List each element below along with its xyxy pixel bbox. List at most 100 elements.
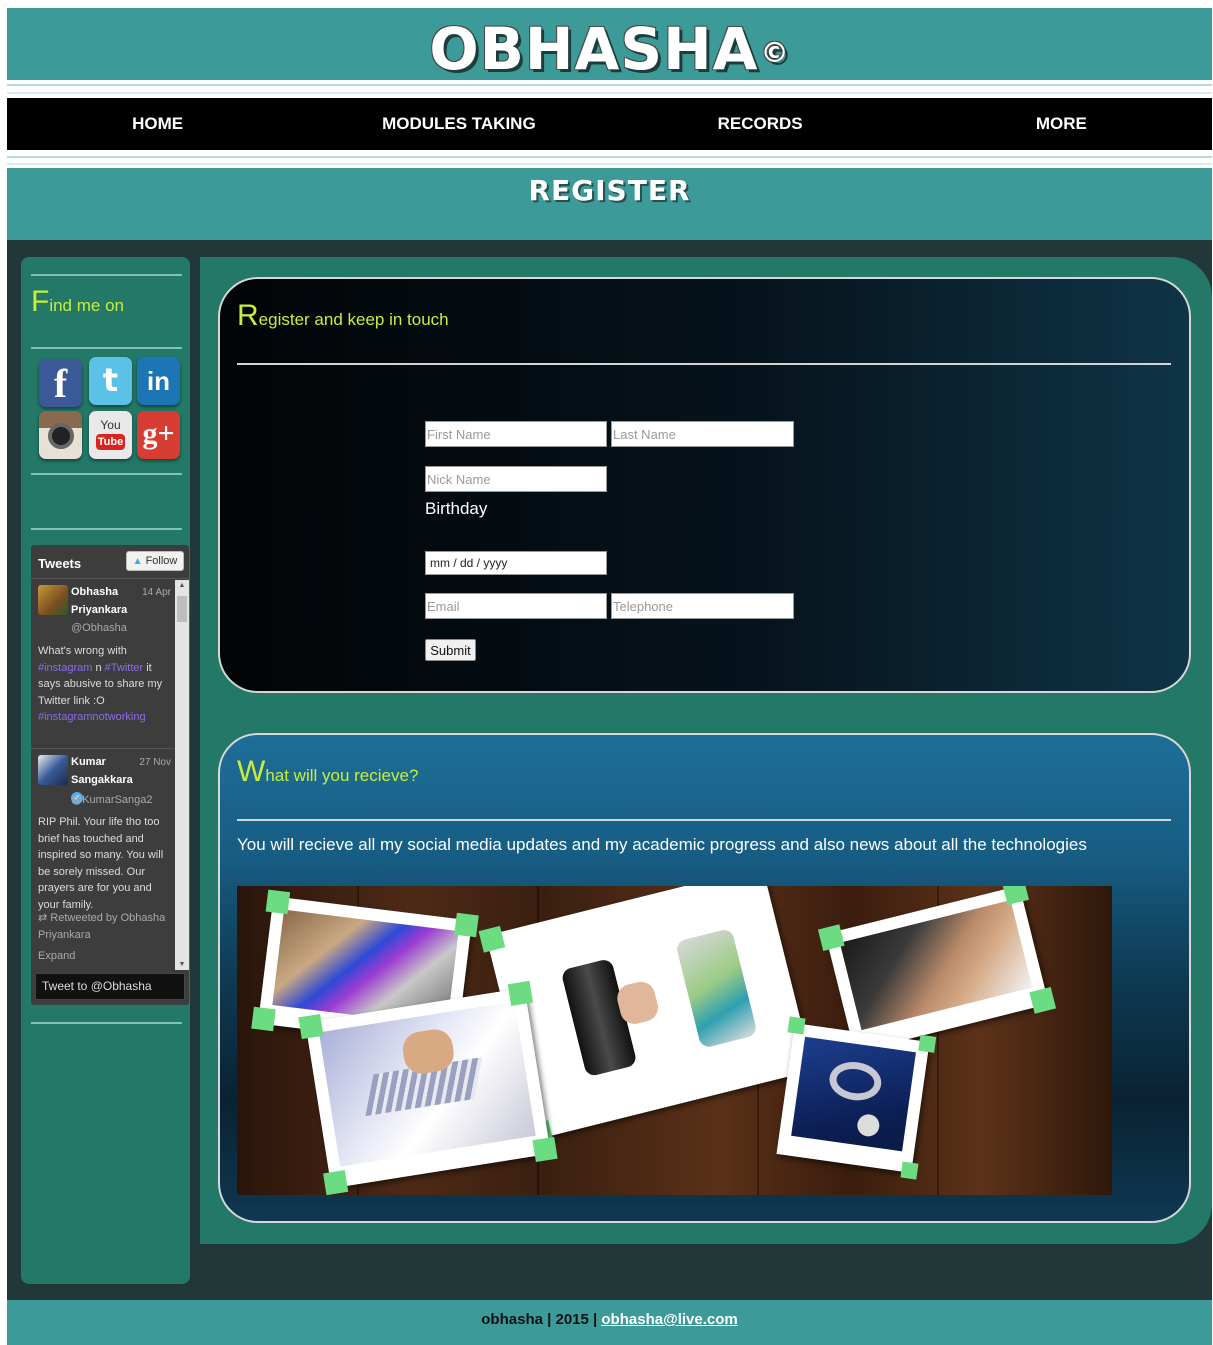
photo-corner	[1002, 886, 1029, 906]
twitter-follow-button[interactable]: ▲ Follow	[126, 551, 184, 571]
sidebar-divider	[31, 274, 182, 276]
photo-corner	[532, 1136, 558, 1163]
retweet-icon: ⇄	[38, 912, 51, 924]
photo-corner	[787, 1016, 806, 1035]
tweet-avatar[interactable]	[38, 585, 68, 615]
page: OBHASHA© HOME MODULES TAKING RECORDS MOR…	[7, 8, 1212, 1345]
info-panel: What will you recieve? You will recieve …	[218, 733, 1191, 1223]
footer-text: obhasha | 2015 |	[481, 1311, 602, 1328]
ring-shape	[826, 1058, 884, 1104]
nav-divider	[7, 163, 1212, 165]
nick-name-field[interactable]	[425, 466, 607, 492]
footer-email-link[interactable]: obhasha@live.com	[601, 1311, 737, 1328]
find-me-title: Find me on	[31, 285, 124, 318]
hashtag-link[interactable]: #instagram	[38, 662, 92, 674]
tweet-handle[interactable]: @KumarSanga2	[71, 794, 153, 806]
photo-corner	[918, 1034, 937, 1053]
tweet-date[interactable]: 14 Apr	[142, 587, 171, 598]
header-divider	[7, 84, 1212, 86]
sidebar-divider	[31, 528, 182, 530]
twitter-widget: Tweets ▲ Follow Obhasha Priyankara 14 Ap…	[31, 545, 189, 1005]
main-nav: HOME MODULES TAKING RECORDS MORE	[7, 98, 1212, 150]
nav-divider	[7, 156, 1212, 158]
twitter-timeline[interactable]: Obhasha Priyankara 14 Apr @Obhasha What'…	[31, 580, 175, 970]
last-name-field[interactable]	[611, 421, 794, 447]
sidebar-divider	[31, 473, 182, 475]
copyright-mark: ©	[760, 36, 790, 69]
facebook-icon[interactable]: f	[39, 359, 82, 407]
tweet-handle[interactable]: @Obhasha	[71, 622, 127, 634]
instagram-icon[interactable]	[39, 411, 82, 459]
scroll-down-icon[interactable]: ▼	[175, 961, 189, 968]
linkedin-icon[interactable]: in	[137, 357, 180, 405]
technology-collage-image	[237, 886, 1112, 1195]
twitter-bird-icon: ▲	[132, 556, 143, 567]
tweet-text: What's wrong with #instagram n #Twitter …	[38, 645, 163, 723]
register-panel: Register and keep in touch Birthday mm /…	[218, 277, 1191, 693]
photo-smartwatch	[817, 886, 1057, 1053]
sidebar-divider	[31, 347, 182, 349]
photo-corner	[323, 1170, 349, 1195]
main-area: Find me on f t in You Tube g+ Tweets ▲ F…	[7, 240, 1212, 1300]
youtube-you: You	[100, 418, 121, 432]
photo-image	[318, 1001, 536, 1167]
register-divider	[237, 363, 1171, 365]
scrollbar-thumb[interactable]	[177, 596, 187, 622]
photo-corner	[298, 1013, 324, 1040]
info-title: What will you recieve?	[237, 755, 419, 788]
page-title: REGISTER	[528, 174, 691, 207]
info-text: You will recieve all my social media upd…	[237, 835, 1087, 854]
phone-shape	[675, 927, 758, 1049]
twitter-icon[interactable]: t	[89, 357, 132, 405]
hashtag-link[interactable]: #Twitter	[105, 662, 144, 674]
twitter-widget-title: Tweets	[38, 556, 82, 571]
scroll-up-icon[interactable]: ▲	[175, 582, 189, 589]
site-logo[interactable]: OBHASHA©	[429, 18, 789, 80]
youtube-tube: Tube	[96, 434, 125, 450]
sidebar: Find me on f t in You Tube g+ Tweets ▲ F…	[21, 257, 190, 1284]
instagram-lens	[48, 423, 74, 449]
youtube-icon[interactable]: You Tube	[89, 411, 132, 459]
register-title: Register and keep in touch	[237, 299, 449, 332]
page-title-bar: REGISTER	[7, 168, 1212, 240]
googleplus-icon[interactable]: g+	[137, 411, 180, 459]
photo-image	[791, 1036, 916, 1152]
photo-corner	[900, 1161, 919, 1180]
first-name-field[interactable]	[425, 421, 607, 447]
photo-keyboard	[298, 980, 558, 1195]
photo-image	[839, 900, 1033, 1031]
twitter-widget-header: Tweets ▲ Follow	[31, 545, 189, 579]
tweet-to-box[interactable]: Tweet to @Obhasha	[35, 973, 185, 1000]
photo-corner	[265, 889, 291, 915]
photo-smart-ring	[776, 1016, 937, 1180]
nav-records[interactable]: RECORDS	[610, 98, 911, 150]
hashtag-link[interactable]: #instagramnotworking	[38, 711, 146, 723]
tweet-text: RIP Phil. Your life tho too brief has to…	[38, 816, 164, 911]
photo-corner	[507, 980, 533, 1006]
telephone-field[interactable]	[611, 593, 794, 619]
photo-corner	[454, 912, 479, 938]
tweet-avatar[interactable]	[38, 755, 68, 785]
nav-modules-taking[interactable]: MODULES TAKING	[308, 98, 609, 150]
header-divider	[7, 92, 1212, 94]
tweet-separator	[31, 748, 175, 749]
info-divider	[237, 819, 1171, 821]
nav-more[interactable]: MORE	[911, 98, 1212, 150]
ring-charger-shape	[855, 1112, 881, 1138]
birthday-date-field[interactable]: mm / dd / yyyy	[425, 551, 607, 575]
site-header: OBHASHA©	[7, 8, 1212, 80]
email-field[interactable]	[425, 593, 607, 619]
photo-corner	[1029, 987, 1057, 1014]
tweet-date[interactable]: 27 Nov	[139, 757, 171, 768]
birthday-label: Birthday	[425, 499, 488, 518]
submit-button[interactable]: Submit	[425, 639, 476, 661]
tweet-author[interactable]: Obhasha Priyankara	[71, 583, 141, 619]
site-footer: obhasha | 2015 | obhasha@live.com	[7, 1300, 1212, 1345]
tweet-retweet-note: ⇄ Retweeted by Obhasha Priyankara	[38, 912, 166, 941]
content-area: Register and keep in touch Birthday mm /…	[200, 257, 1212, 1244]
nav-home[interactable]: HOME	[7, 98, 308, 150]
sidebar-divider	[31, 1022, 182, 1024]
photo-image	[500, 886, 797, 1118]
twitter-scrollbar[interactable]: ▲ ▼	[175, 580, 189, 970]
tweet-expand-link[interactable]: Expand	[38, 948, 168, 965]
